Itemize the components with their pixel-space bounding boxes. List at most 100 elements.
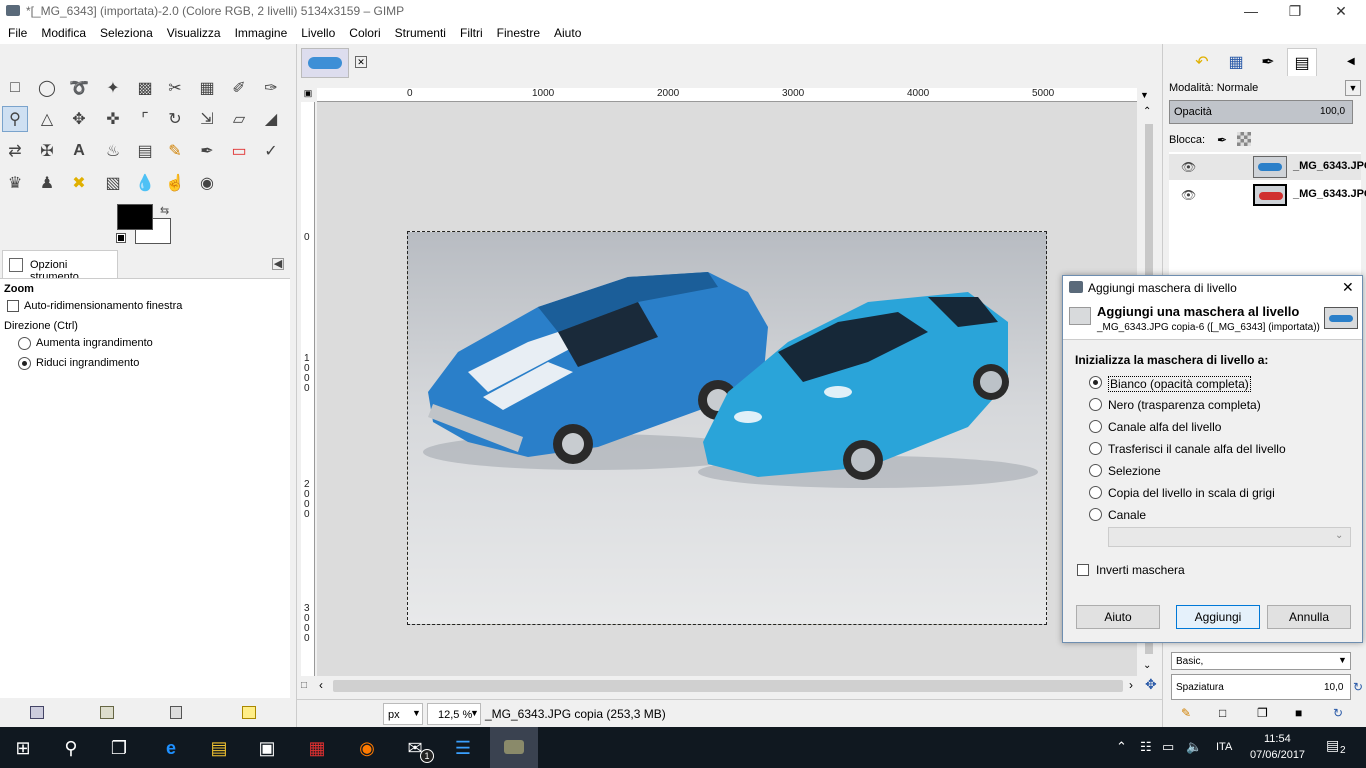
auto-resize-checkbox[interactable] bbox=[7, 300, 19, 312]
pencil-icon[interactable]: ✎ bbox=[162, 138, 188, 164]
paintbrush-icon[interactable]: ✒ bbox=[194, 138, 220, 164]
gimp-taskbar-button[interactable] bbox=[490, 727, 538, 768]
quick-mask-corner-icon[interactable]: ▣ bbox=[301, 88, 315, 102]
volume-icon[interactable]: 🔈 bbox=[1186, 739, 1202, 755]
fuzzy-select-icon[interactable]: ✦ bbox=[100, 75, 126, 101]
help-button[interactable]: Aiuto bbox=[1076, 605, 1160, 629]
swap-colors-icon[interactable]: ⇆ bbox=[160, 204, 169, 217]
chevron-down-icon[interactable]: ▼ bbox=[1345, 80, 1361, 96]
dock-menu-icon[interactable]: ◀ bbox=[1347, 56, 1355, 67]
firefox-icon[interactable]: ◉ bbox=[354, 735, 380, 761]
free-select-icon[interactable]: ➰ bbox=[66, 75, 92, 101]
layer-row[interactable]: 👁 _MG_6343.JPG c bbox=[1169, 154, 1366, 180]
unit-select[interactable]: px ▼ bbox=[383, 703, 423, 725]
radio-alpha[interactable] bbox=[1089, 420, 1102, 433]
reader-icon[interactable]: ▦ bbox=[304, 735, 330, 761]
radio-selection-label[interactable]: Selezione bbox=[1108, 464, 1161, 478]
scroll-right-icon[interactable]: › bbox=[1129, 678, 1133, 692]
zoom-out-radio[interactable] bbox=[18, 357, 31, 370]
lock-pixels-icon[interactable]: ✒ bbox=[1217, 133, 1227, 147]
task-view-icon[interactable]: ❐ bbox=[106, 735, 132, 761]
edit-brush-icon[interactable]: ✎ bbox=[1181, 706, 1191, 720]
maximize-icon[interactable]: ❐ bbox=[1285, 2, 1305, 20]
language-indicator[interactable]: ITA bbox=[1216, 741, 1232, 753]
foreground-select-icon[interactable]: ▦ bbox=[194, 75, 220, 101]
menu-aiuto[interactable]: Aiuto bbox=[554, 22, 587, 44]
close-icon[interactable]: ✕ bbox=[1342, 279, 1354, 296]
scroll-up-icon[interactable]: ⌃ bbox=[1143, 106, 1151, 117]
ink-icon[interactable]: ♛ bbox=[2, 170, 28, 196]
text-icon[interactable]: A bbox=[66, 138, 92, 164]
notification-icon[interactable]: ▤ bbox=[1326, 737, 1339, 754]
add-button[interactable]: Aggiungi bbox=[1176, 605, 1260, 629]
zoom-select[interactable]: 12,5 % ▼ bbox=[427, 703, 481, 725]
cancel-button[interactable]: Annulla bbox=[1267, 605, 1351, 629]
layers-tab-icon[interactable]: ▦ bbox=[1221, 48, 1251, 76]
smudge-icon[interactable]: ☝ bbox=[162, 170, 188, 196]
reset-options-icon[interactable] bbox=[242, 706, 256, 719]
zoom-in-radio[interactable] bbox=[18, 337, 31, 350]
menu-filtri[interactable]: Filtri bbox=[460, 22, 489, 44]
opacity-slider[interactable]: Opacità 100,0 bbox=[1169, 100, 1353, 124]
visibility-eye-icon[interactable]: 👁 bbox=[1181, 160, 1196, 174]
network-icon[interactable]: ☷ bbox=[1140, 739, 1152, 755]
spacing-slider[interactable]: Spaziatura 10,0 bbox=[1171, 674, 1351, 700]
radio-channel[interactable] bbox=[1089, 508, 1102, 521]
ellipse-select-icon[interactable]: ◯ bbox=[34, 75, 60, 101]
crop-icon[interactable]: ⌜ bbox=[132, 106, 158, 132]
delete-options-icon[interactable] bbox=[170, 706, 182, 719]
radio-transfer-alpha[interactable] bbox=[1089, 442, 1102, 455]
align-icon[interactable]: ✜ bbox=[100, 106, 126, 132]
airbrush-icon[interactable]: ✓ bbox=[258, 138, 284, 164]
cage-transform-icon[interactable]: ✠ bbox=[34, 138, 60, 164]
radio-white[interactable] bbox=[1089, 376, 1102, 389]
radio-white-label[interactable]: Bianco (opacità completa) bbox=[1108, 376, 1251, 392]
navigate-corner-icon[interactable]: ▼ bbox=[1140, 90, 1149, 100]
menu-immagine[interactable]: Immagine bbox=[235, 22, 294, 44]
shear-icon[interactable]: ▱ bbox=[226, 106, 252, 132]
zoom-corner-icon[interactable]: □ bbox=[301, 680, 307, 691]
file-explorer-icon[interactable]: ▤ bbox=[206, 735, 232, 761]
menu-finestre[interactable]: Finestre bbox=[497, 22, 546, 44]
menu-seleziona[interactable]: Seleziona bbox=[100, 22, 159, 44]
scroll-down-icon[interactable]: ⌄ bbox=[1143, 660, 1151, 671]
perspective-icon[interactable]: ◢ bbox=[258, 106, 284, 132]
clock-date[interactable]: 07/06/2017 bbox=[1250, 749, 1305, 761]
horizontal-scrollbar[interactable] bbox=[333, 680, 1123, 692]
restore-options-icon[interactable] bbox=[100, 706, 114, 719]
radio-transfer-alpha-label[interactable]: Trasferisci il canale alfa del livello bbox=[1108, 442, 1286, 456]
scale-icon[interactable]: ⇲ bbox=[194, 106, 220, 132]
navigate-icon[interactable]: ✥ bbox=[1145, 676, 1157, 693]
scissors-icon[interactable]: ✂ bbox=[162, 75, 188, 101]
store-icon[interactable]: ▣ bbox=[254, 735, 280, 761]
radio-black-label[interactable]: Nero (trasparenza completa) bbox=[1108, 398, 1261, 412]
clock-time[interactable]: 11:54 bbox=[1264, 733, 1291, 745]
mode-value[interactable]: Normale bbox=[1217, 82, 1259, 94]
reset-icon[interactable]: ↻ bbox=[1353, 680, 1363, 694]
visibility-eye-icon[interactable]: 👁 bbox=[1181, 188, 1196, 202]
color-picker-icon[interactable]: ✑ bbox=[258, 75, 284, 101]
radio-grayscale-label[interactable]: Copia del livello in scala di grigi bbox=[1108, 486, 1275, 500]
perspective-clone-icon[interactable]: ▧ bbox=[100, 170, 126, 196]
heal-icon[interactable]: ✖ bbox=[66, 170, 92, 196]
new-brush-icon[interactable]: □ bbox=[1219, 706, 1226, 720]
close-icon[interactable]: ✕ bbox=[1331, 2, 1351, 20]
minimize-icon[interactable]: — bbox=[1241, 2, 1261, 20]
radio-grayscale[interactable] bbox=[1089, 486, 1102, 499]
image-canvas[interactable] bbox=[407, 231, 1047, 625]
gradient-icon[interactable]: ▤ bbox=[132, 138, 158, 164]
image-tab-thumbnail[interactable] bbox=[301, 48, 349, 78]
menu-visualizza[interactable]: Visualizza bbox=[167, 22, 227, 44]
eraser-icon[interactable]: ▭ bbox=[226, 138, 252, 164]
measure-icon[interactable]: △ bbox=[34, 106, 60, 132]
brush-preset-select[interactable]: Basic, ▼ bbox=[1171, 652, 1351, 670]
canvas-view[interactable] bbox=[317, 102, 1137, 676]
brushes-tab-icon[interactable]: ✒ bbox=[1253, 48, 1283, 76]
invert-mask-checkbox[interactable] bbox=[1077, 564, 1089, 576]
flip-icon[interactable]: ⇄ bbox=[2, 138, 28, 164]
foreground-color-swatch[interactable] bbox=[117, 204, 153, 230]
app-stack-icon[interactable]: ☰ bbox=[450, 735, 476, 761]
menu-modifica[interactable]: Modifica bbox=[41, 22, 92, 44]
radio-alpha-label[interactable]: Canale alfa del livello bbox=[1108, 420, 1221, 434]
radio-black[interactable] bbox=[1089, 398, 1102, 411]
